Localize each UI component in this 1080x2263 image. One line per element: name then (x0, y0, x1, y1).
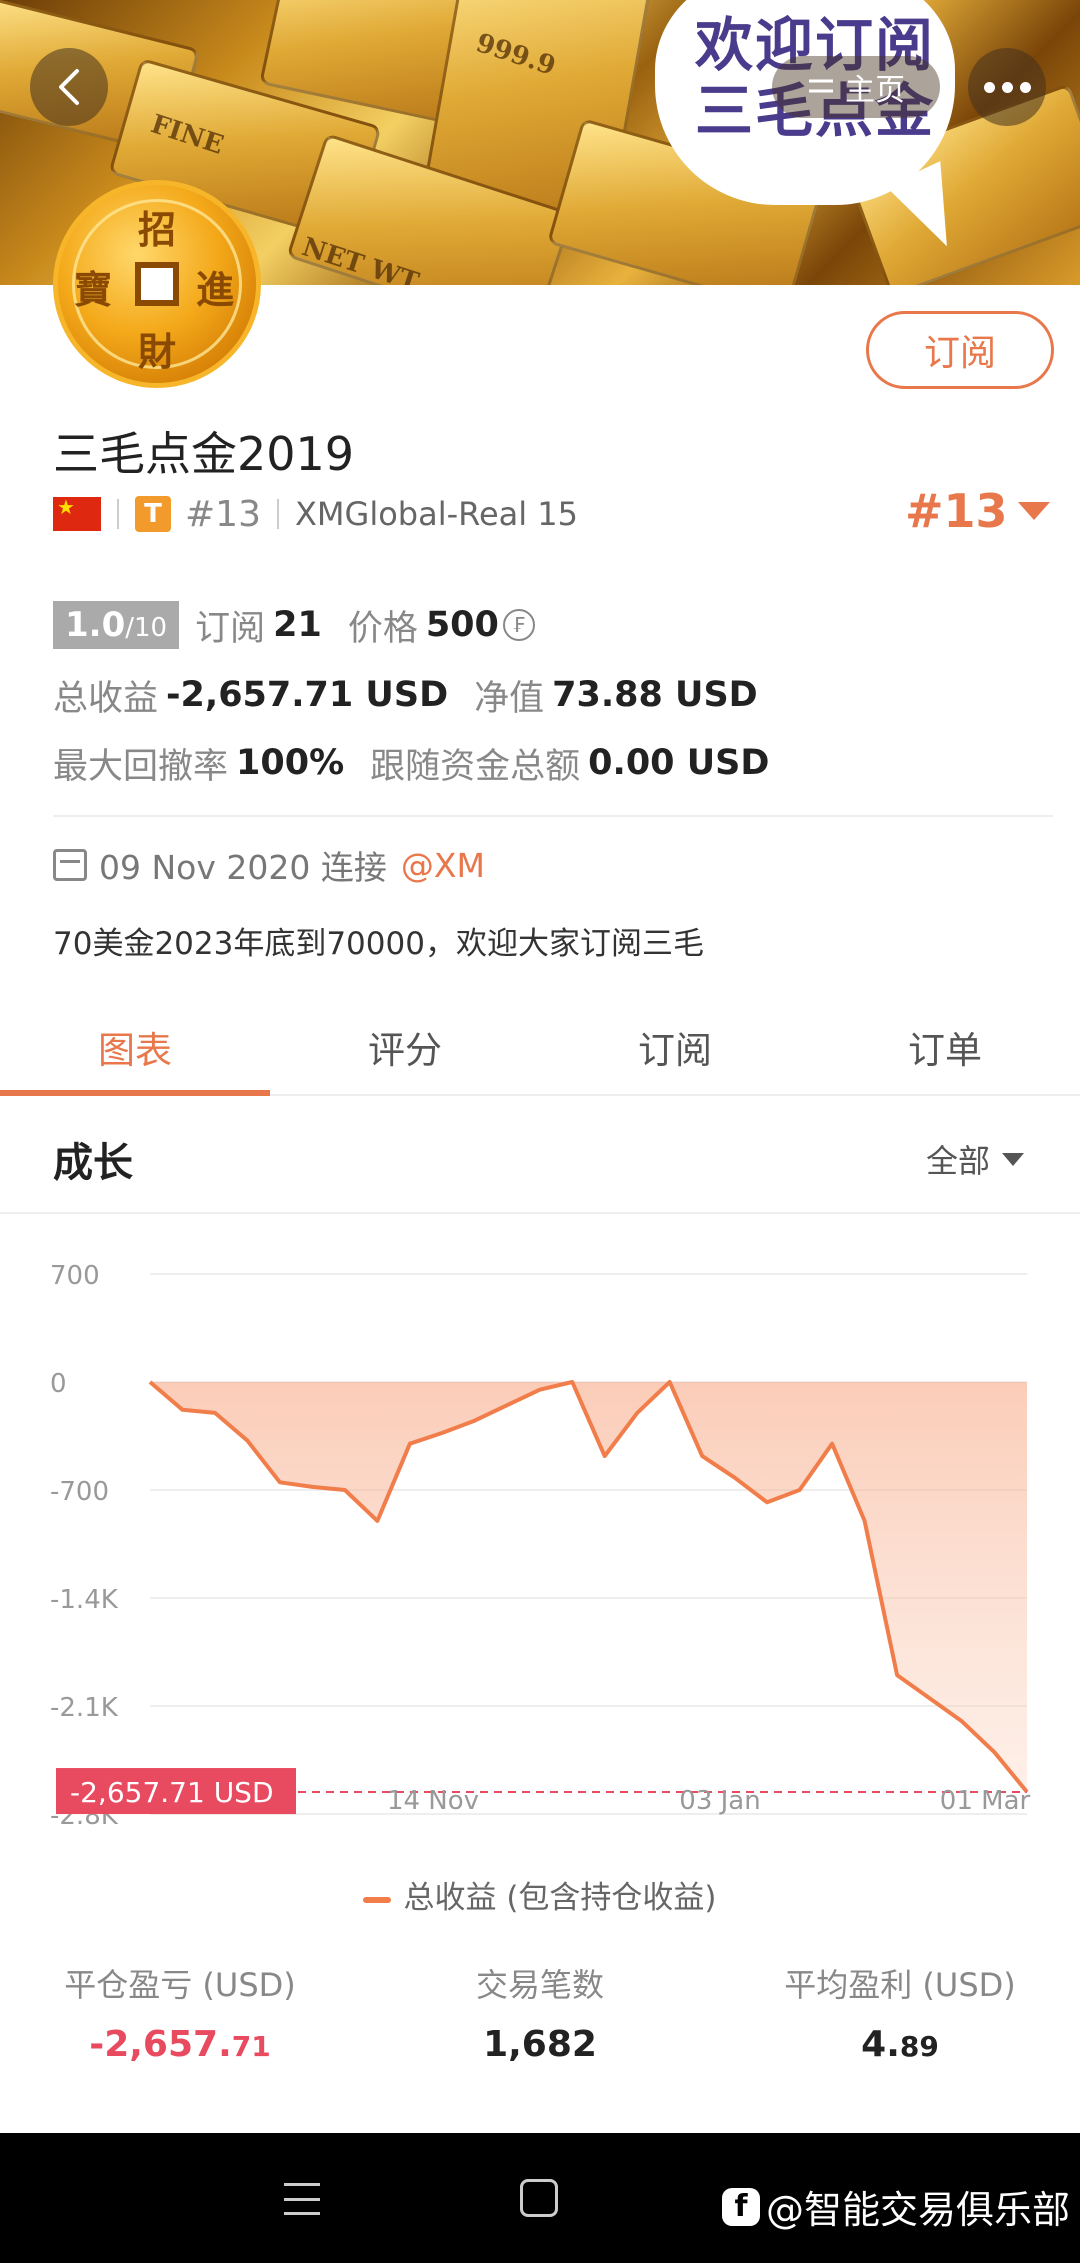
tab-subscribe[interactable]: 订阅 (540, 1000, 810, 1094)
chevron-left-icon (59, 69, 79, 105)
summary-label: 平均盈利 (USD) (784, 1966, 1016, 2004)
app-page: 999.9 FINE NET WT 欢迎订阅 三毛点金 主页 招 進 財 寶 订… (0, 0, 1080, 2263)
summary-trade-count: 交易笔数 1,682 (360, 1960, 720, 2065)
subscribe-count-label: 订阅 (195, 608, 266, 649)
more-dot-icon (1001, 81, 1013, 93)
caret-down-icon (1002, 1152, 1025, 1166)
tab-bar: 图表 评分 订阅 订单 (0, 1000, 1080, 1096)
facebook-icon: f (722, 2187, 760, 2226)
y-tick-label: 0 (50, 1369, 67, 1399)
current-value-label: -2,657.71 USD (70, 1776, 274, 1809)
rank-big-label: #13 (905, 484, 1008, 538)
tab-orders[interactable]: 订单 (810, 1000, 1080, 1094)
summary-value: 1,682 (483, 2024, 597, 2065)
y-tick-label: 700 (50, 1261, 100, 1291)
home-button[interactable]: 主页 (772, 56, 940, 118)
growth-chart[interactable]: 7000-700-1.4K-2.1K-2.8K-2,657.71 USD 14 N… (0, 1230, 1080, 1830)
divider (53, 815, 1053, 817)
avatar[interactable]: 招 進 財 寶 (53, 180, 261, 388)
stats-row-1: 1.0/10 订阅 21 价格 500 ₣ (53, 597, 535, 653)
more-dot-icon (1019, 81, 1031, 93)
avatar-char: 寶 (74, 267, 113, 312)
avatar-char: 進 (196, 267, 235, 312)
caret-down-icon (1017, 502, 1050, 520)
divider (276, 499, 279, 529)
tab-chart[interactable]: 图表 (0, 1000, 270, 1096)
account-description: 70美金2023年底到70000，欢迎大家订阅三毛 (53, 926, 704, 962)
watermark-text: @智能交易俱乐部 (766, 2188, 1071, 2232)
back-button[interactable] (30, 48, 108, 126)
summary-value: -2,657.71 (89, 2024, 271, 2065)
tab-rating[interactable]: 评分 (270, 1000, 540, 1094)
follow-total-label: 跟随资金总额 (370, 746, 581, 787)
price-label: 价格 (347, 608, 418, 649)
subscribe-button[interactable]: 订阅 (866, 311, 1054, 389)
subscribe-count-value: 21 (273, 605, 322, 645)
summary-closed-pnl: 平仓盈亏 (USD) -2,657.71 (0, 1960, 360, 2065)
summary-label: 平仓盈亏 (USD) (64, 1966, 296, 2004)
connect-date-row: 09 Nov 2020 连接 @XM (53, 842, 485, 888)
home-nav-button[interactable] (520, 2179, 558, 2217)
legend-swatch (363, 1896, 392, 1903)
avatar-char: 財 (138, 329, 177, 374)
summary-row: 平仓盈亏 (USD) -2,657.71 交易笔数 1,682 平均盈利 (US… (0, 1960, 1080, 2065)
calendar-icon (53, 849, 87, 881)
divider (117, 499, 119, 529)
currency-coin-icon: ₣ (502, 609, 535, 641)
rank-small: #13 (185, 493, 261, 535)
home-label: 主页 (845, 73, 905, 108)
range-label: 全部 (926, 1142, 991, 1180)
y-tick-label: -2.1K (50, 1693, 119, 1723)
account-meta: T #13 XMGlobal-Real 15 (53, 492, 578, 536)
max-drawdown-value: 100% (236, 743, 345, 783)
legend-label: 总收益 (包含持仓收益) (403, 1880, 717, 1916)
account-name: 三毛点金2019 (53, 427, 355, 481)
stats-row-2: 总收益 -2,657.71 USD 净值 73.88 USD (53, 667, 758, 723)
y-tick-label: -700 (50, 1477, 109, 1507)
connect-date: 09 Nov 2020 连接 (99, 848, 387, 887)
section-title: 成长 (53, 1140, 133, 1186)
series-area (150, 1382, 1027, 1792)
y-tick-label: -1.4K (50, 1585, 119, 1615)
china-flag-icon (53, 495, 101, 531)
range-dropdown[interactable]: 全部 (926, 1136, 1025, 1182)
watermark: f @智能交易俱乐部 (722, 2179, 1070, 2234)
x-tick-label: 03 Jan (679, 1786, 760, 1816)
rank-dropdown[interactable]: #13 (905, 484, 1050, 538)
stats-row-3: 最大回撤率 100% 跟随资金总额 0.00 USD (53, 735, 769, 791)
total-profit-value: -2,657.71 USD (166, 675, 449, 715)
summary-value: 4.89 (861, 2024, 939, 2065)
broker-server: XMGlobal-Real 15 (294, 495, 579, 533)
growth-section-header: 成长 全部 (0, 1098, 1080, 1214)
net-value-value: 73.88 USD (552, 675, 758, 715)
max-drawdown-label: 最大回撤率 (53, 746, 229, 787)
menu-icon (809, 79, 833, 93)
more-dot-icon (983, 81, 995, 93)
x-tick-label: 01 Mar (940, 1786, 1031, 1816)
summary-avg-profit: 平均盈利 (USD) 4.89 (720, 1960, 1080, 2065)
avatar-char: 招 (138, 207, 177, 252)
net-value-label: 净值 (474, 678, 545, 719)
coin-hole (135, 262, 179, 306)
broker-link[interactable]: @XM (401, 846, 485, 885)
x-tick-label: 14 Nov (387, 1786, 479, 1816)
recent-apps-button[interactable] (284, 2183, 320, 2215)
chart-legend: 总收益 (包含持仓收益) (0, 1872, 1080, 1917)
total-profit-label: 总收益 (53, 678, 159, 719)
score-badge: 1.0/10 (53, 601, 180, 649)
price-value: 500 (425, 605, 499, 645)
summary-label: 交易笔数 (475, 1966, 604, 2004)
more-options-button[interactable] (968, 48, 1046, 126)
follow-total-value: 0.00 USD (588, 743, 770, 783)
system-nav-bar: f @智能交易俱乐部 (0, 2133, 1080, 2263)
account-type-badge: T (135, 496, 171, 532)
